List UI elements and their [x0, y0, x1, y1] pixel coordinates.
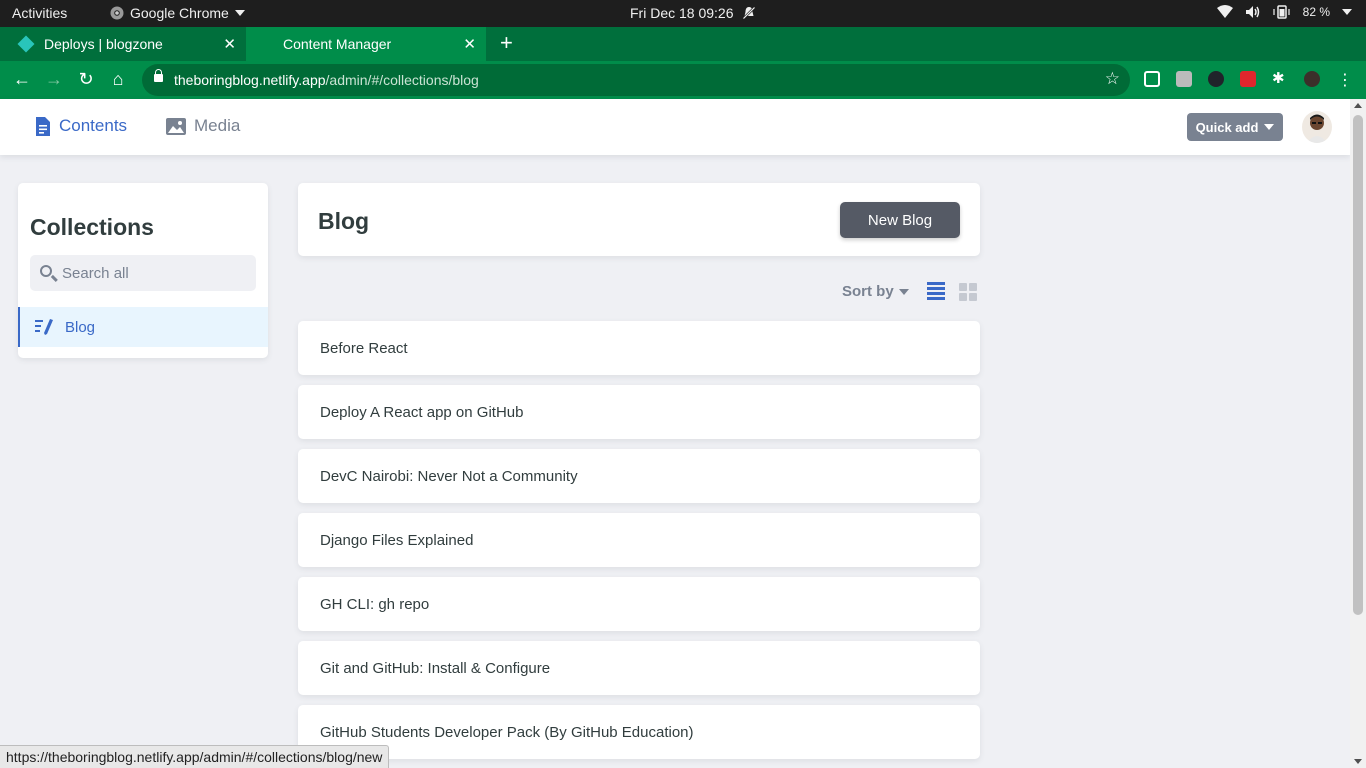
url-path: /admin/#/collections/blog — [325, 72, 479, 88]
list-item[interactable]: Django Files Explained — [298, 513, 980, 567]
write-icon — [35, 319, 53, 335]
list-item[interactable]: Before React — [298, 321, 980, 375]
new-blog-button[interactable]: New Blog — [840, 202, 960, 238]
chevron-down-icon — [1264, 124, 1275, 130]
chevron-down-icon — [1342, 9, 1352, 15]
list-item[interactable]: Deploy A React app on GitHub — [298, 385, 980, 439]
volume-icon — [1245, 6, 1259, 18]
collections-sidebar: Collections Blog — [18, 183, 268, 358]
sidebar-item-label: Blog — [65, 318, 96, 336]
close-tab-icon[interactable]: ✕ — [463, 35, 476, 53]
close-tab-icon[interactable]: ✕ — [223, 35, 236, 53]
nav-media-label: Media — [194, 116, 241, 135]
browser-tab-strip: Deploys | blogzone ✕ Content Manager ✕ + — [0, 27, 1366, 61]
system-tray[interactable]: 82 % — [1216, 5, 1352, 19]
collection-header: Blog New Blog — [298, 183, 980, 256]
search-input[interactable] — [62, 255, 252, 291]
chevron-down-icon — [898, 288, 909, 295]
tab-title: Deploys | blogzone — [44, 36, 163, 52]
quick-add-button[interactable]: Quick add — [1187, 113, 1283, 141]
extension-icon[interactable] — [1176, 71, 1192, 87]
clock[interactable]: Fri Dec 18 09:26 — [630, 5, 756, 21]
user-avatar[interactable] — [1302, 111, 1332, 143]
browser-toolbar: ← → ↻ ⌂ theboringblog.netlify.app/admin/… — [0, 61, 1366, 99]
scroll-up-icon[interactable] — [1354, 103, 1362, 108]
wifi-icon — [1216, 5, 1233, 18]
reload-icon[interactable]: ↻ — [75, 69, 97, 90]
url-host: theboringblog.netlify.app — [174, 72, 326, 88]
lock-icon[interactable] — [154, 69, 163, 82]
sidebar-title: Collections — [30, 214, 154, 240]
activities-button[interactable]: Activities — [12, 5, 67, 21]
profile-avatar-icon[interactable] — [1304, 71, 1320, 87]
avatar-icon — [1307, 114, 1327, 143]
puzzle-extensions-icon[interactable]: ✱ — [1272, 69, 1288, 87]
nav-contents[interactable]: Contents — [35, 116, 127, 136]
document-icon — [36, 116, 50, 136]
battery-icon — [1273, 5, 1290, 19]
quick-add-label: Quick add — [1195, 119, 1259, 135]
new-tab-icon[interactable]: + — [500, 30, 513, 56]
sort-by-label: Sort by — [842, 283, 894, 300]
list-item[interactable]: DevC Nairobi: Never Not a Community — [298, 449, 980, 503]
chevron-down-icon — [234, 10, 245, 16]
tab-title: Content Manager — [283, 36, 392, 52]
react-devtools-icon[interactable] — [1208, 71, 1224, 87]
scroll-down-icon[interactable] — [1354, 759, 1362, 764]
list-view-icon[interactable] — [927, 282, 945, 302]
list-item[interactable]: Git and GitHub: Install & Configure — [298, 641, 980, 695]
entries-list: Before React Deploy A React app on GitHu… — [298, 321, 980, 768]
clock-label: Fri Dec 18 09:26 — [630, 5, 734, 21]
notifications-off-icon — [741, 6, 756, 20]
back-icon[interactable]: ← — [11, 69, 33, 90]
browser-tab-active[interactable]: Content Manager ✕ — [246, 27, 486, 61]
bookmark-star-icon[interactable]: ☆ — [1105, 69, 1120, 89]
search-box[interactable] — [30, 255, 256, 291]
page-scrollbar[interactable] — [1350, 99, 1366, 768]
image-icon — [166, 117, 186, 135]
home-icon[interactable]: ⌂ — [107, 69, 129, 90]
nav-contents-label: Contents — [59, 116, 128, 135]
cms-header: Contents Media Quick add — [0, 99, 1350, 155]
netlify-favicon-icon — [17, 35, 35, 53]
chrome-icon — [110, 6, 124, 20]
list-item[interactable]: GitHub Students Developer Pack (By GitHu… — [298, 705, 980, 759]
battery-percentage: 82 % — [1302, 5, 1330, 19]
list-item[interactable]: GH CLI: gh repo — [298, 577, 980, 631]
page-title: Blog — [318, 208, 370, 234]
chrome-menu-icon[interactable]: ⋮ — [1334, 70, 1356, 90]
url-text[interactable]: theboringblog.netlify.app/admin/#/collec… — [174, 72, 479, 88]
address-bar[interactable]: theboringblog.netlify.app/admin/#/collec… — [142, 64, 1130, 96]
cast-extension-icon[interactable] — [1144, 71, 1160, 87]
grid-view-icon[interactable] — [959, 283, 977, 301]
sidebar-item-blog[interactable]: Blog — [18, 307, 268, 347]
app-menu-label: Google Chrome — [130, 5, 229, 21]
link-status-bar: https://theboringblog.netlify.app/admin/… — [0, 745, 390, 768]
app-menu[interactable]: Google Chrome — [110, 5, 245, 21]
nav-media[interactable]: Media — [166, 116, 240, 136]
search-icon — [40, 265, 52, 277]
scrollbar-thumb[interactable] — [1353, 115, 1363, 615]
browser-tab[interactable]: Deploys | blogzone ✕ — [0, 27, 246, 61]
os-top-bar: Activities Google Chrome Fri Dec 18 09:2… — [0, 0, 1366, 27]
forward-icon[interactable]: → — [43, 69, 65, 90]
honey-extension-icon[interactable] — [1240, 71, 1256, 87]
sort-by-dropdown[interactable]: Sort by — [842, 283, 909, 300]
